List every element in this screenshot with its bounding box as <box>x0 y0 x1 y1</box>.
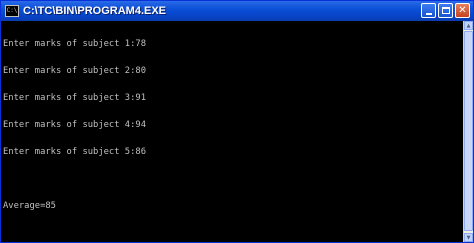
close-button[interactable]: ✕ <box>455 3 470 18</box>
window-title: C:\TC\BIN\PROGRAM4.EXE <box>23 5 167 17</box>
minimize-button[interactable] <box>421 3 436 18</box>
console-line: Enter marks of subject 5:86 <box>3 147 146 157</box>
maximize-button[interactable] <box>438 3 453 18</box>
console-line: Enter marks of subject 3:91 <box>3 93 146 103</box>
scroll-down-button[interactable]: ▼ <box>464 233 473 242</box>
chevron-down-icon: ▼ <box>466 234 471 241</box>
title-bar[interactable]: C:\ C:\TC\BIN\PROGRAM4.EXE ✕ <box>1 1 473 21</box>
vertical-scrollbar[interactable]: ▲ ▼ <box>463 21 473 242</box>
console-line: Enter marks of subject 4:94 <box>3 120 146 130</box>
console-line: Average=85 <box>3 201 56 211</box>
close-icon: ✕ <box>458 4 467 16</box>
maximize-icon <box>441 7 450 14</box>
title-buttons: ✕ <box>421 3 470 18</box>
console-window: C:\ C:\TC\BIN\PROGRAM4.EXE ✕ Enter marks… <box>0 0 474 243</box>
console-line: Enter marks of subject 2:80 <box>3 66 146 76</box>
console-app-icon-label: C:\ <box>6 7 18 14</box>
console-app-icon[interactable]: C:\ <box>5 5 19 17</box>
scroll-up-button[interactable]: ▲ <box>464 21 473 30</box>
minimize-icon <box>425 12 432 15</box>
console-output[interactable]: Enter marks of subject 1:78 Enter marks … <box>1 21 464 242</box>
chevron-up-icon: ▲ <box>466 22 471 29</box>
console-line: Enter marks of subject 1:78 <box>3 39 146 49</box>
scroll-thumb[interactable] <box>464 31 473 231</box>
